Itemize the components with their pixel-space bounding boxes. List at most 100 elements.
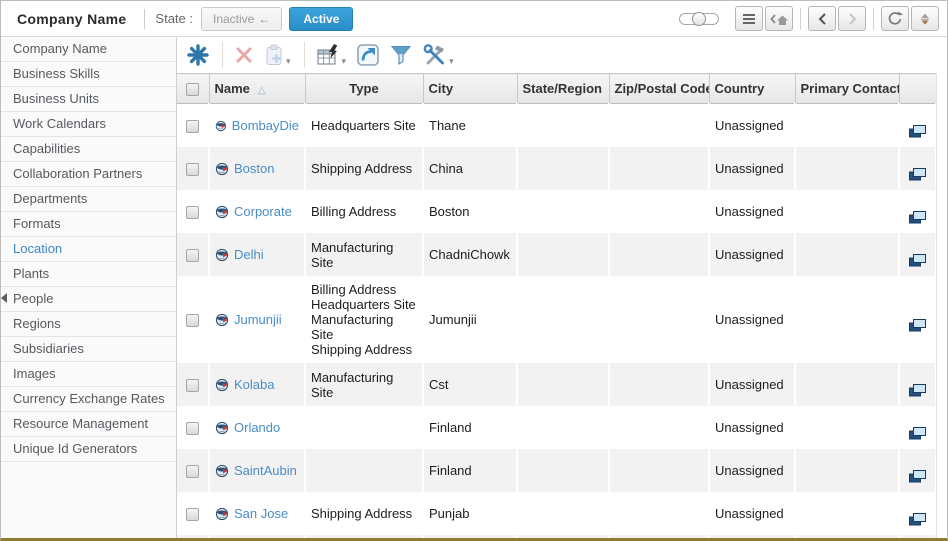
sidebar-item-business-skills[interactable]: Business Skills (1, 62, 176, 87)
column-header-city[interactable]: City (423, 74, 517, 104)
location-name-link[interactable]: SaintAubin (234, 463, 297, 478)
row-checkbox[interactable] (186, 379, 199, 392)
paste-add-button[interactable]: ▾ (264, 44, 291, 66)
row-actions-cell (899, 449, 936, 492)
row-city-cell: ChadniChowk (423, 233, 517, 276)
location-name-link[interactable]: Delhi (234, 247, 264, 262)
inactive-state-button[interactable]: Inactive← (201, 7, 282, 31)
sidebar-item-departments[interactable]: Departments (1, 187, 176, 212)
open-layers-icon[interactable] (909, 254, 926, 267)
location-globe-icon (215, 507, 229, 521)
row-country-cell: Unassigned (709, 535, 795, 541)
column-header-primary-contact[interactable]: Primary Contact (795, 74, 899, 104)
location-globe-icon (215, 378, 229, 392)
row-actions-cell (899, 147, 936, 190)
open-layers-icon[interactable] (909, 125, 926, 138)
column-header-state-region[interactable]: State/Region (517, 74, 609, 104)
sidebar-item-capabilities[interactable]: Capabilities (1, 137, 176, 162)
table-lightning-icon (317, 44, 340, 66)
row-actions-cell (899, 276, 936, 363)
forward-button[interactable] (838, 6, 866, 31)
sidebar-item-unique-id-generators[interactable]: Unique Id Generators (1, 437, 176, 462)
row-zip-cell (609, 233, 709, 276)
location-name-link[interactable]: Boston (234, 161, 274, 176)
toggle-switch[interactable] (679, 13, 719, 25)
location-name-link[interactable]: Kolaba (234, 377, 274, 392)
table-row: Orlando Finland Unassigned (177, 406, 936, 449)
open-layers-icon[interactable] (909, 168, 926, 181)
row-city-cell: Punjab (423, 492, 517, 535)
sidebar-item-resource-management[interactable]: Resource Management (1, 412, 176, 437)
open-layers-icon[interactable] (909, 427, 926, 440)
locations-table: Name△ Type City State/Region Zip/Postal … (177, 73, 937, 541)
row-checkbox[interactable] (186, 120, 199, 133)
row-primary-contact-cell (795, 190, 899, 233)
sidebar-item-location[interactable]: Location (1, 237, 176, 262)
header-actions (679, 6, 939, 31)
refresh-button[interactable] (881, 6, 909, 31)
column-header-name[interactable]: Name△ (209, 74, 305, 104)
open-layers-icon[interactable] (909, 211, 926, 224)
table-row: San Jose Shipping Address Punjab Unassig… (177, 492, 936, 535)
location-name-link[interactable]: BombayDie (232, 118, 299, 133)
delete-x-icon (235, 46, 253, 64)
sidebar-items: Company NameBusiness SkillsBusiness Unit… (1, 37, 176, 462)
row-checkbox[interactable] (186, 206, 199, 219)
sidebar-item-formats[interactable]: Formats (1, 212, 176, 237)
open-layers-icon[interactable] (909, 470, 926, 483)
location-name-link[interactable]: Corporate (234, 204, 292, 219)
location-name-link[interactable]: Orlando (234, 420, 280, 435)
row-zip-cell (609, 492, 709, 535)
grid-column: Name△ Type City State/Region Zip/Postal … (177, 73, 936, 538)
row-checkbox[interactable] (186, 249, 199, 262)
active-state-button[interactable]: Active (289, 7, 353, 31)
sidebar-item-plants[interactable]: Plants (1, 262, 176, 287)
tools-button[interactable]: ▾ (423, 44, 454, 66)
column-header-actions (899, 74, 936, 104)
row-actions-cell (899, 190, 936, 233)
filter-button[interactable] (390, 45, 412, 65)
sidebar-item-collaboration-partners[interactable]: Collaboration Partners (1, 162, 176, 187)
chevron-right-icon (848, 13, 857, 25)
new-asterisk-icon (187, 44, 209, 66)
delete-button[interactable] (235, 46, 253, 64)
sidebar-item-images[interactable]: Images (1, 362, 176, 387)
column-header-type[interactable]: Type (305, 74, 423, 104)
sidebar-item-business-units[interactable]: Business Units (1, 87, 176, 112)
row-state-region-cell (517, 233, 609, 276)
sidebar-item-subsidiaries[interactable]: Subsidiaries (1, 337, 176, 362)
sidebar-item-company-name[interactable]: Company Name (1, 37, 176, 62)
menu-button[interactable] (735, 6, 763, 31)
row-checkbox[interactable] (186, 422, 199, 435)
location-name-link[interactable]: San Jose (234, 506, 288, 521)
sidebar-item-people[interactable]: People (1, 287, 176, 312)
mass-update-button[interactable]: ▾ (317, 44, 347, 66)
open-layers-icon[interactable] (909, 319, 926, 332)
state-label: State : (155, 11, 193, 26)
select-all-checkbox[interactable] (186, 83, 199, 96)
new-record-button[interactable] (187, 44, 209, 66)
row-checkbox[interactable] (186, 314, 199, 327)
sidebar-item-currency-exchange-rates[interactable]: Currency Exchange Rates (1, 387, 176, 412)
row-state-region-cell (517, 276, 609, 363)
location-name-link[interactable]: Jumunjii (234, 312, 282, 327)
sidebar-item-regions[interactable]: Regions (1, 312, 176, 337)
collapse-panel-button[interactable] (911, 6, 939, 31)
row-checkbox[interactable] (186, 163, 199, 176)
dropdown-caret-icon: ▾ (286, 56, 291, 66)
row-checkbox[interactable] (186, 465, 199, 478)
sidebar-collapse-handle[interactable] (1, 293, 7, 303)
row-primary-contact-cell (795, 492, 899, 535)
open-layers-icon[interactable] (909, 384, 926, 397)
row-name-cell: Boston (209, 147, 305, 190)
scrollbar-track[interactable] (936, 73, 947, 538)
sidebar-item-work-calendars[interactable]: Work Calendars (1, 112, 176, 137)
row-checkbox[interactable] (186, 508, 199, 521)
row-type-cell: Headquarters Site (305, 104, 423, 148)
go-to-button[interactable] (357, 44, 379, 66)
back-button[interactable] (808, 6, 836, 31)
home-back-button[interactable] (765, 6, 793, 31)
open-layers-icon[interactable] (909, 513, 926, 526)
column-header-country[interactable]: Country (709, 74, 795, 104)
column-header-zip[interactable]: Zip/Postal Code (609, 74, 709, 104)
